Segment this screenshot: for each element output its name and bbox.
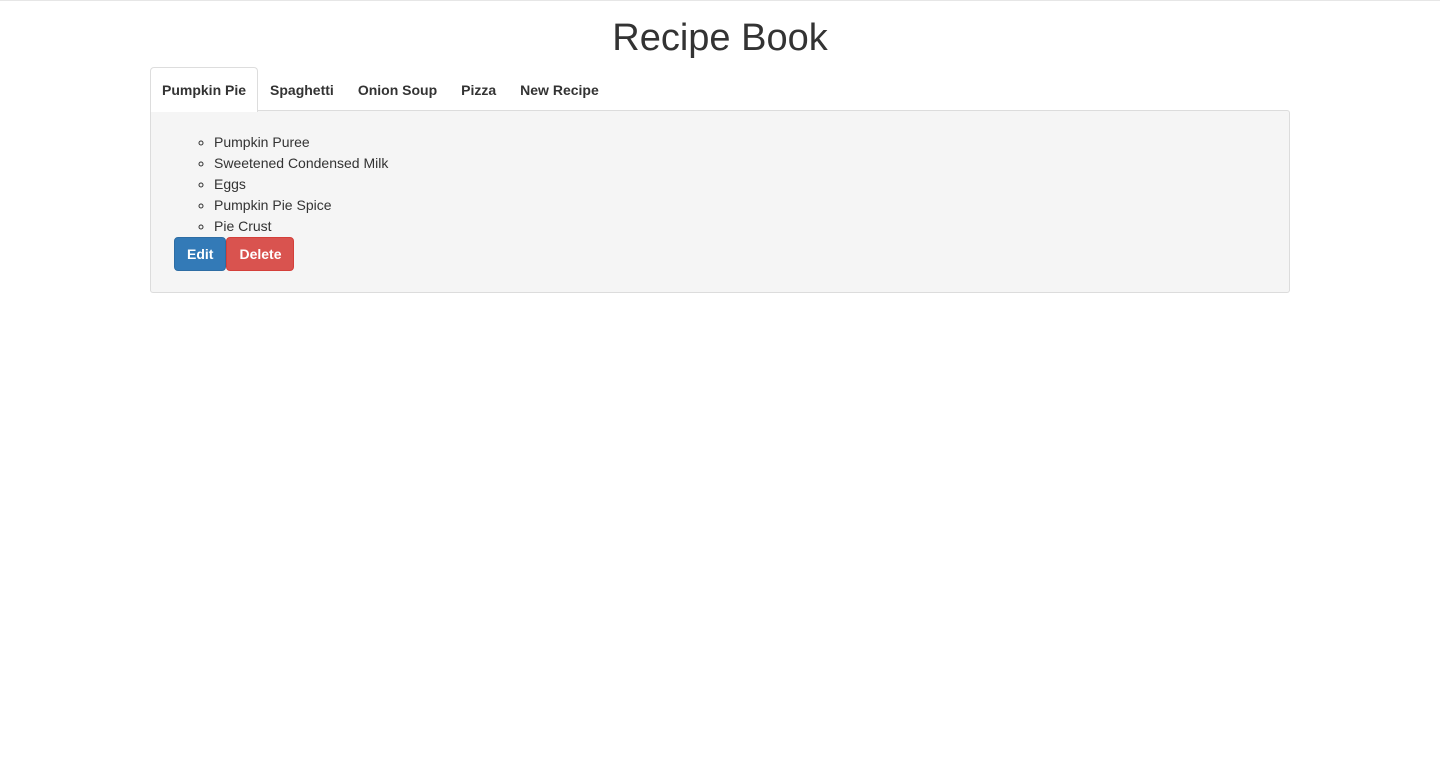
ingredient-item: Pie Crust [214, 216, 388, 237]
top-divider [0, 0, 1440, 1]
tab-pizza[interactable]: Pizza [449, 67, 508, 111]
page-title: Recipe Book [612, 17, 828, 59]
recipe-actions: Edit Delete [174, 237, 295, 271]
ingredient-item: Eggs [214, 174, 388, 195]
edit-button[interactable]: Edit [174, 237, 227, 271]
delete-button[interactable]: Delete [226, 237, 295, 271]
tab-new-recipe[interactable]: New Recipe [508, 67, 611, 111]
recipe-tabs: Pumpkin Pie Spaghetti Onion Soup Pizza N… [150, 67, 1290, 112]
tab-pumpkin-pie[interactable]: Pumpkin Pie [150, 67, 259, 112]
ingredient-item: Pumpkin Puree [214, 132, 388, 153]
ingredient-item: Sweetened Condensed Milk [214, 153, 388, 174]
tab-onion-soup[interactable]: Onion Soup [346, 67, 449, 111]
tab-spaghetti[interactable]: Spaghetti [258, 67, 346, 111]
recipe-panel: Pumpkin Puree Sweetened Condensed Milk E… [150, 110, 1290, 293]
ingredient-item: Pumpkin Pie Spice [214, 195, 388, 216]
ingredient-list: Pumpkin Puree Sweetened Condensed Milk E… [214, 132, 388, 237]
